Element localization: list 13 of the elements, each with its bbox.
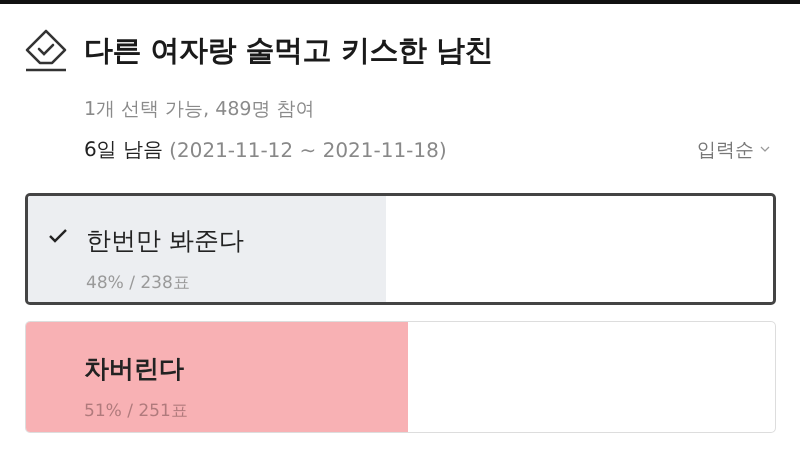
poll-info: 1개 선택 가능, 489명 참여 [84,97,316,122]
vote-result: 48% / 238표 [86,272,190,294]
poll-option[interactable]: 한번만 봐준다 48% / 238표 [25,193,776,305]
poll-period: (2021-11-12 ~ 2021-11-18) [169,138,447,162]
time-remaining: 6일 남음 [84,136,164,163]
caret-icon [760,146,770,153]
option-label: 한번만 봐준다 [86,225,244,257]
poll-option[interactable]: 차버린다 51% / 251표 [25,321,776,433]
poll-title: 다른 여자랑 술먹고 키스한 남친 [84,32,493,69]
option-label: 차버린다 [84,353,184,385]
vote-result: 51% / 251표 [84,400,188,422]
check-icon [48,228,68,244]
sort-dropdown[interactable]: 입력순 [697,136,770,162]
